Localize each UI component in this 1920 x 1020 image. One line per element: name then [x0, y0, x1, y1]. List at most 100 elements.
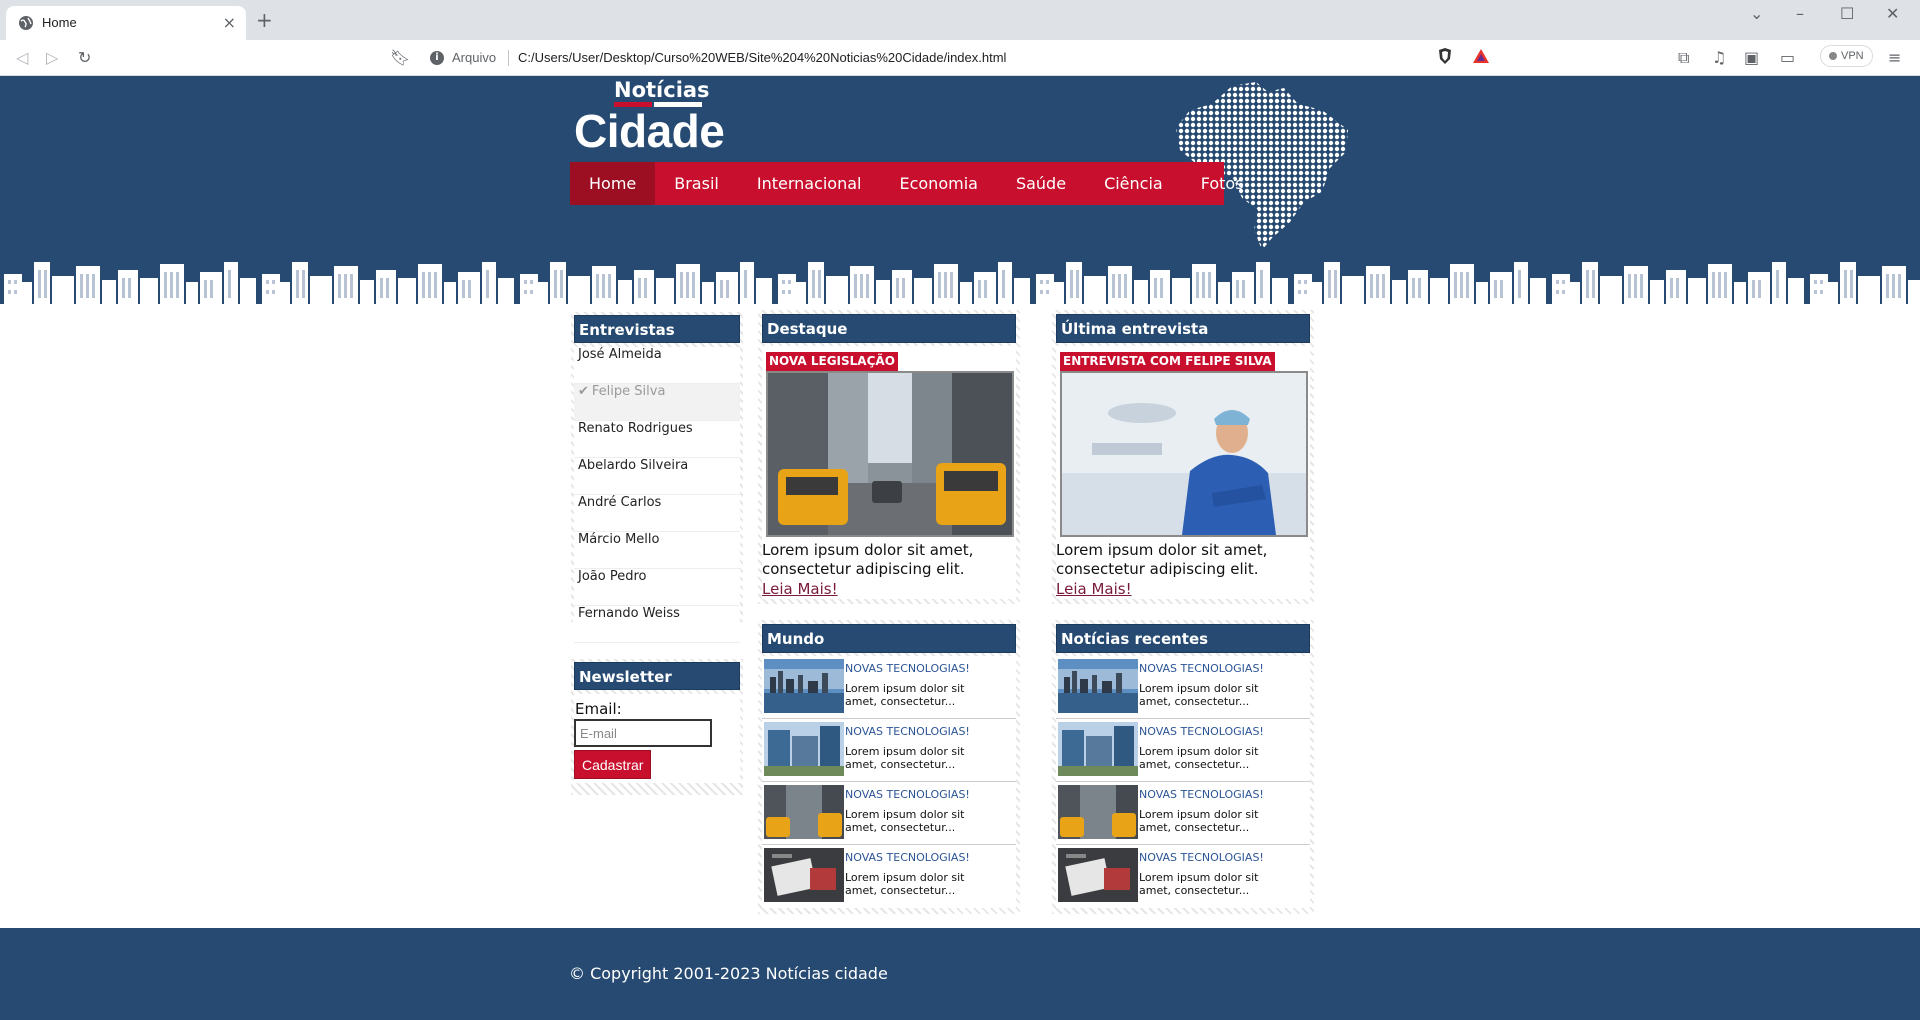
news-description: Lorem ipsum dolor sit amet, consectetur.…	[1139, 808, 1259, 834]
news-title[interactable]: NOVAS TECNOLOGIAS!	[845, 788, 970, 801]
entrevista-name: José Almeida	[578, 347, 662, 362]
news-title[interactable]: NOVAS TECNOLOGIAS!	[1139, 725, 1264, 738]
sidebar-icon[interactable]: ▣	[1744, 48, 1759, 67]
news-item[interactable]: NOVAS TECNOLOGIAS! Lorem ipsum dolor sit…	[762, 719, 1016, 782]
entrevista-item[interactable]: Renato Rodrigues	[574, 421, 740, 458]
globe-icon	[19, 16, 33, 30]
news-item[interactable]: NOVAS TECNOLOGIAS! Lorem ipsum dolor sit…	[762, 656, 1016, 719]
news-thumbnail	[764, 659, 844, 713]
new-tab-icon[interactable]: +	[256, 8, 273, 32]
news-description: Lorem ipsum dolor sit amet, consectetur.…	[1139, 682, 1259, 708]
news-thumbnail	[764, 722, 844, 776]
destaque-tag: NOVA LEGISLAÇÃO	[766, 352, 898, 371]
extensions-icon[interactable]: ⧉	[1678, 48, 1689, 68]
entrevistas-list: José Almeida ✔ Felipe Silva Renato Rodrig…	[574, 347, 740, 643]
news-item[interactable]: NOVAS TECNOLOGIAS! Lorem ipsum dolor sit…	[1056, 782, 1310, 845]
destaque-photo[interactable]	[766, 371, 1014, 537]
brave-shield-icon[interactable]	[1436, 47, 1454, 65]
news-thumbnail	[1058, 722, 1138, 776]
news-item[interactable]: NOVAS TECNOLOGIAS! Lorem ipsum dolor sit…	[762, 845, 1016, 908]
news-item[interactable]: NOVAS TECNOLOGIAS! Lorem ipsum dolor sit…	[1056, 656, 1310, 719]
nav-ciencia[interactable]: Ciência	[1085, 162, 1182, 205]
news-item[interactable]: NOVAS TECNOLOGIAS! Lorem ipsum dolor sit…	[762, 782, 1016, 845]
entrevista-name: João Pedro	[578, 569, 647, 584]
entrevistas-box: Entrevistas José Almeida ✔ Felipe Silva R…	[571, 312, 743, 643]
doctor-image	[1062, 373, 1306, 535]
entrevista-name: Abelardo Silveira	[578, 458, 689, 473]
ultima-entrevista-photo[interactable]	[1060, 371, 1308, 537]
brave-rewards-icon[interactable]	[1472, 47, 1490, 65]
news-item[interactable]: NOVAS TECNOLOGIAS! Lorem ipsum dolor sit…	[1056, 719, 1310, 782]
news-title[interactable]: NOVAS TECNOLOGIAS!	[845, 725, 970, 738]
mundo-box: Mundo NOVAS TECNOLOGIAS! Lorem ipsum dol…	[758, 620, 1020, 914]
nav-home[interactable]: Home	[570, 162, 656, 205]
news-title[interactable]: NOVAS TECNOLOGIAS!	[1139, 788, 1264, 801]
newsletter-form: Email: Cadastrar	[574, 694, 740, 783]
url-separator	[508, 50, 509, 66]
entrevista-item[interactable]: João Pedro	[574, 569, 740, 606]
entrevista-name: Renato Rodrigues	[578, 421, 693, 436]
nav-economia[interactable]: Economia	[880, 162, 996, 205]
ultima-entrevista-body: ENTREVISTA COM FELIPE SILVA Lorem ipsum …	[1056, 346, 1310, 599]
wallet-icon[interactable]: ▭	[1780, 48, 1795, 67]
site-footer: © Copyright 2001-2023 Notícias cidade	[0, 928, 1920, 1020]
check-icon: ✔	[578, 384, 589, 399]
nav-saude[interactable]: Saúde	[997, 162, 1085, 205]
city-skyline-decoration	[0, 256, 1920, 304]
entrevista-item-selected[interactable]: ✔ Felipe Silva	[574, 384, 740, 421]
entrevista-item[interactable]: José Almeida	[574, 347, 740, 384]
address-bar[interactable]: i Arquivo C:/Users/User/Desktop/Curso%20…	[418, 44, 1498, 72]
browser-tab-strip: Home × + ⌄ – ☐ ✕	[0, 0, 1920, 40]
vpn-button[interactable]: VPN	[1820, 45, 1873, 67]
reload-icon[interactable]: ↻	[78, 48, 91, 67]
ultima-entrevista-box: Última entrevista ENTREVISTA COM FELIPE …	[1052, 310, 1314, 604]
main-nav: Home Brasil Internacional Economia Saúde…	[570, 162, 1244, 205]
news-item[interactable]: NOVAS TECNOLOGIAS! Lorem ipsum dolor sit…	[1056, 845, 1310, 908]
destaque-read-more-link[interactable]: Leia Mais!	[762, 580, 838, 599]
entrevistas-title: Entrevistas	[574, 315, 740, 343]
browser-tab[interactable]: Home ×	[6, 6, 246, 40]
entrevista-item[interactable]: Abelardo Silveira	[574, 458, 740, 495]
news-title[interactable]: NOVAS TECNOLOGIAS!	[845, 662, 970, 675]
news-title[interactable]: NOVAS TECNOLOGIAS!	[845, 851, 970, 864]
window-close-icon[interactable]: ✕	[1886, 4, 1899, 23]
media-icon[interactable]: ♫	[1712, 48, 1726, 67]
destaque-box: Destaque NOVA LEGISLAÇÃO Lorem ipsum dol…	[758, 310, 1020, 604]
city-street-image	[768, 373, 1012, 535]
news-title[interactable]: NOVAS TECNOLOGIAS!	[1139, 851, 1264, 864]
bookmark-icon[interactable]: 🔖︎	[390, 48, 410, 67]
tab-close-icon[interactable]: ×	[223, 13, 236, 32]
mundo-list: NOVAS TECNOLOGIAS! Lorem ipsum dolor sit…	[762, 656, 1016, 908]
noticias-recentes-list: NOVAS TECNOLOGIAS! Lorem ipsum dolor sit…	[1056, 656, 1310, 908]
browser-toolbar: ◁ ▷ ↻ 🔖︎ i Arquivo C:/Users/User/Desktop…	[0, 40, 1920, 76]
url-scheme-label: Arquivo	[452, 50, 497, 65]
tab-search-icon[interactable]: ⌄	[1750, 4, 1763, 23]
mundo-title: Mundo	[762, 624, 1016, 653]
email-label: Email:	[575, 700, 622, 718]
entrevista-item[interactable]: Márcio Mello	[574, 532, 740, 569]
ultima-entrevista-title: Última entrevista	[1056, 314, 1310, 343]
forward-icon[interactable]: ▷	[46, 48, 58, 67]
entrevista-name: André Carlos	[578, 495, 662, 510]
email-field[interactable]	[574, 719, 712, 747]
maximize-icon[interactable]: ☐	[1840, 4, 1854, 23]
news-description: Lorem ipsum dolor sit amet, consectetur.…	[1139, 745, 1259, 771]
entrevista-item[interactable]: Fernando Weiss	[574, 606, 740, 643]
noticias-recentes-box: Notícias recentes NOVAS TECNOLOGIAS! Lor…	[1052, 620, 1314, 914]
site-header: Notícias Cidade Home Brasil Internaciona…	[0, 76, 1920, 304]
nav-brasil[interactable]: Brasil	[655, 162, 738, 205]
subscribe-button[interactable]: Cadastrar	[574, 750, 652, 779]
site-info-icon[interactable]: i	[430, 51, 444, 65]
url-text[interactable]: C:/Users/User/Desktop/Curso%20WEB/Site%2…	[518, 50, 1006, 65]
menu-icon[interactable]: ≡	[1888, 48, 1901, 67]
back-icon[interactable]: ◁	[16, 48, 28, 67]
logo-main-text: Cidade	[574, 105, 725, 157]
news-description: Lorem ipsum dolor sit amet, consectetur.…	[1139, 871, 1259, 897]
news-title[interactable]: NOVAS TECNOLOGIAS!	[1139, 662, 1264, 675]
entrevista-item[interactable]: André Carlos	[574, 495, 740, 532]
news-thumbnail	[764, 848, 844, 902]
minimize-icon[interactable]: –	[1796, 4, 1804, 23]
nav-fotos[interactable]: Fotos	[1182, 162, 1263, 205]
ultima-entrevista-read-more-link[interactable]: Leia Mais!	[1056, 580, 1132, 599]
nav-internacional[interactable]: Internacional	[738, 162, 881, 205]
